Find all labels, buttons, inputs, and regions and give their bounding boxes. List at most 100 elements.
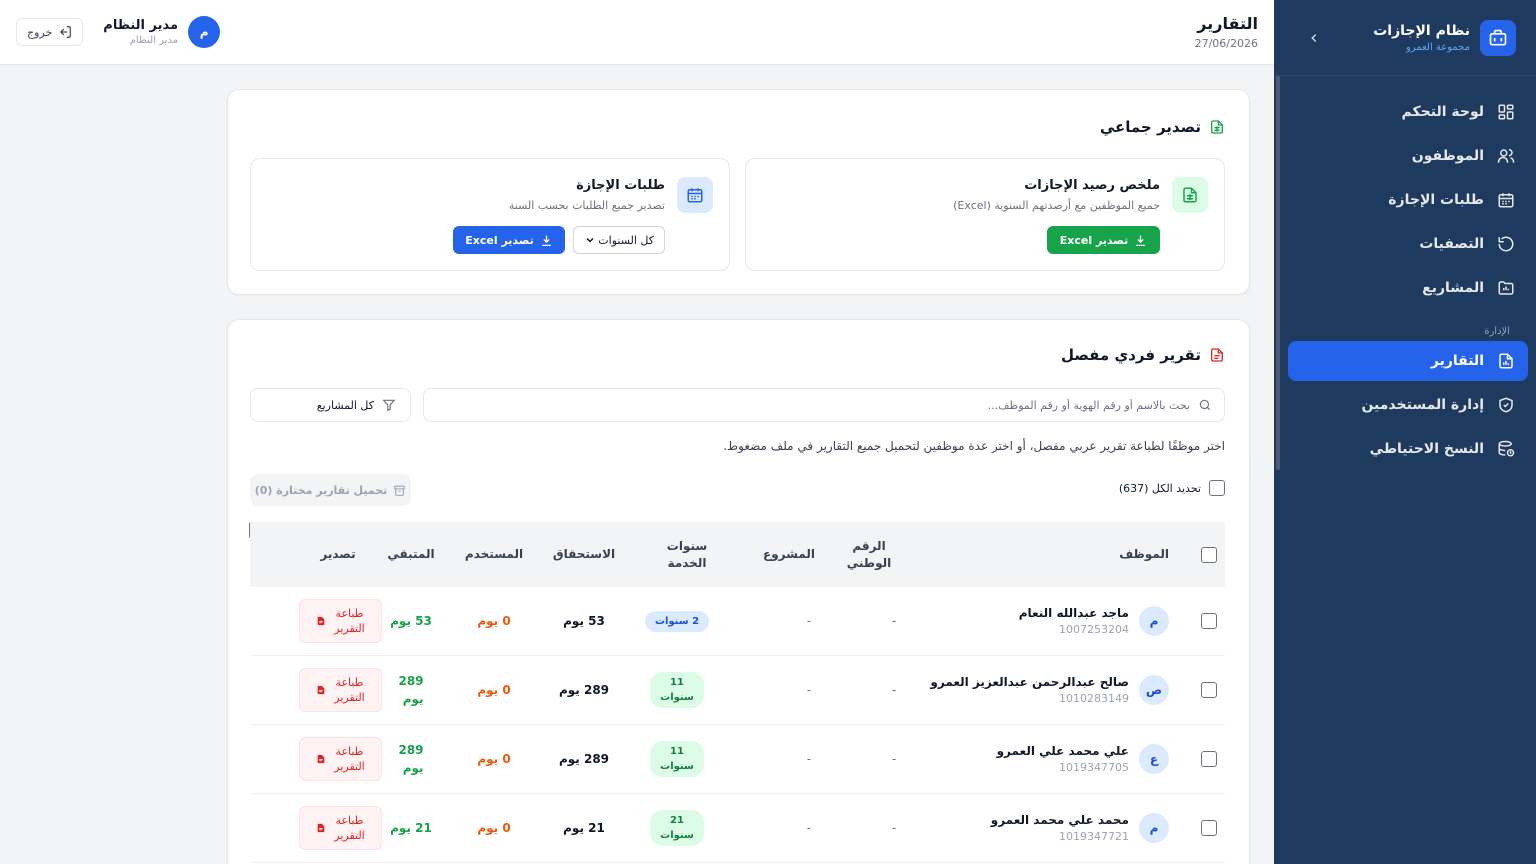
summary-title: ملخص رصيد الإجازات (1024, 178, 1160, 193)
sidebar-item-settlements[interactable]: التصفيات (1288, 224, 1528, 264)
employee-id: 1019347705 (1059, 761, 1129, 774)
print-report-button[interactable]: طباعة التقرير (299, 668, 382, 712)
search-input[interactable] (436, 398, 1190, 412)
table-body: م ماجد عبدالله النعام 1007253204 - - 2 س… (250, 587, 1225, 863)
individual-report-card: تقرير فردي مفصل كل المشاريع اختر موظفًا … (227, 319, 1250, 864)
requests-title: طلبات الإجازة (576, 178, 665, 193)
table-header: الموظف الرقم الوطني المشروع سنوات الخدمة ا… (250, 522, 1225, 587)
employee-avatar: ع (1139, 744, 1169, 774)
header-checkbox[interactable] (1201, 546, 1217, 563)
individual-report-title: تقرير فردي مفصل (1061, 346, 1225, 364)
sidebar-item-reports[interactable]: التقارير (1288, 341, 1528, 381)
project-filter-label: كل المشاريع (316, 398, 374, 412)
service-badge: 11 سنوات (650, 672, 704, 708)
sidebar-item-backup[interactable]: النسخ الاحتياطي (1288, 429, 1528, 469)
chevron-left-icon (1311, 33, 1317, 42)
leave-balance-summary-box: ملخص رصيد الإجازات جميع الموظفين مع أرصد… (745, 158, 1225, 271)
col-used: المستخدم (464, 547, 524, 561)
employee-name: ماجد عبدالله النعام (1018, 606, 1129, 620)
download-selected-button[interactable]: تحميل تقارير مختارة (0) (250, 474, 411, 506)
table-row[interactable]: م ماجد عبدالله النعام 1007253204 - - 2 س… (250, 587, 1225, 656)
sidebar-item-leave-requests[interactable]: طلبات الإجازة (1288, 180, 1528, 220)
calendar-icon (1496, 190, 1516, 210)
employee-id: 1019347721 (1059, 830, 1129, 843)
table-row[interactable]: م محمد علي محمد العمرو 1019347721 - - 21… (250, 794, 1225, 863)
employee-avatar: م (1139, 606, 1169, 636)
employee-name: علي محمد علي العمرو (996, 744, 1129, 758)
spreadsheet-icon (1172, 177, 1208, 213)
project-value: - (806, 821, 812, 835)
sidebar-item-user-management[interactable]: إدارة المستخدمين (1288, 385, 1528, 425)
sidebar-item-employees[interactable]: الموظفون (1288, 136, 1528, 176)
year-select[interactable]: كل السنوات (573, 226, 665, 254)
pdf-file-icon (317, 616, 325, 626)
sidebar: نظام الإجازات مجموعة العمرو لوحة التحكم … (1274, 0, 1536, 864)
row-checkbox[interactable] (1201, 820, 1217, 836)
entitlement-value: 289 يوم (558, 752, 610, 766)
used-value: 0 يوم (477, 683, 511, 697)
employee-name: محمد علي محمد العمرو (990, 813, 1129, 827)
export-requests-excel-button[interactable]: تصدير Excel (453, 226, 565, 254)
sidebar-item-label: التصفيات (1419, 236, 1484, 252)
sidebar-item-label: طلبات الإجازة (1388, 192, 1484, 208)
search-icon (1199, 399, 1211, 411)
logout-label: خروج (27, 25, 53, 39)
logout-icon (60, 26, 72, 38)
row-checkbox[interactable] (1201, 751, 1217, 767)
chevron-down-icon (586, 237, 594, 243)
avatar: م (188, 16, 221, 48)
user-role: مدير النظام (129, 35, 179, 46)
col-service-years: سنوات الخدمة (666, 538, 708, 570)
sidebar-header: نظام الإجازات مجموعة العمرو (1274, 0, 1536, 76)
select-all-checkbox[interactable] (1209, 480, 1225, 496)
sidebar-item-projects[interactable]: المشاريع (1288, 268, 1528, 308)
print-report-button[interactable]: طباعة التقرير (299, 599, 382, 643)
col-entitlement: الاستحقاق (552, 547, 616, 561)
bulk-export-card: تصدير جماعي ملخص رصيد الإجازات جميع المو… (227, 89, 1250, 295)
user-name: مدير النظام (103, 18, 179, 33)
pdf-file-icon (317, 754, 325, 764)
refresh-icon (1496, 234, 1516, 254)
col-project: المشروع (763, 547, 815, 561)
service-badge: 11 سنوات (650, 741, 704, 777)
national-id-value: - (891, 752, 897, 766)
national-id-value: - (891, 683, 897, 697)
employee-search[interactable] (423, 388, 1225, 422)
logout-button[interactable]: خروج (16, 18, 84, 46)
remaining-value: 289 يوم (398, 743, 424, 775)
remaining-value: 53 يوم (390, 614, 432, 628)
employee-id: 1007253204 (1059, 623, 1129, 636)
sidebar-item-label: التقارير (1430, 353, 1484, 369)
col-national-id: الرقم الوطني (846, 538, 892, 570)
entitlement-value: 21 يوم (563, 821, 605, 835)
employee-avatar: م (1139, 813, 1169, 843)
select-all-label: تحديد الكل (637) (1118, 481, 1201, 495)
spreadsheet-icon (1211, 120, 1223, 134)
select-all[interactable]: تحديد الكل (637) (1119, 480, 1225, 496)
print-report-button[interactable]: طباعة التقرير (299, 806, 382, 850)
table-row[interactable]: ص صالح عبدالرحمن عبدالعزيز العمرو 101028… (250, 656, 1225, 725)
col-export: تصدير (320, 547, 356, 561)
table-row[interactable]: ع علي محمد علي العمرو 1019347705 - - 11 س… (250, 725, 1225, 794)
briefcase-icon (1480, 19, 1516, 56)
user-menu: م مدير النظام مدير النظام خروج (16, 16, 221, 48)
export-summary-excel-button[interactable]: تصدير Excel (1047, 226, 1160, 254)
row-checkbox[interactable] (1201, 682, 1217, 698)
top-bar: التقارير 27/06/2026 م مدير النظام مدير ا… (0, 0, 1274, 65)
national-id-value: - (891, 614, 897, 628)
col-remaining: المتبقي (387, 547, 435, 561)
sidebar-item-label: الموظفون (1411, 148, 1484, 164)
project-filter[interactable]: كل المشاريع (250, 388, 411, 422)
employee-id: 1010283149 (1059, 692, 1129, 705)
page-date: 27/06/2026 (1194, 37, 1258, 50)
sidebar-item-dashboard[interactable]: لوحة التحكم (1288, 92, 1528, 132)
report-icon (1496, 351, 1516, 371)
print-report-button[interactable]: طباعة التقرير (299, 737, 382, 781)
collapse-sidebar-button[interactable] (1302, 31, 1326, 45)
row-checkbox[interactable] (1201, 613, 1217, 629)
pdf-file-icon (317, 685, 325, 695)
pdf-file-icon (317, 823, 325, 833)
project-value: - (806, 614, 812, 628)
sidebar-scrollbar[interactable] (1276, 76, 1280, 470)
app-title: نظام الإجازات (1373, 22, 1470, 39)
